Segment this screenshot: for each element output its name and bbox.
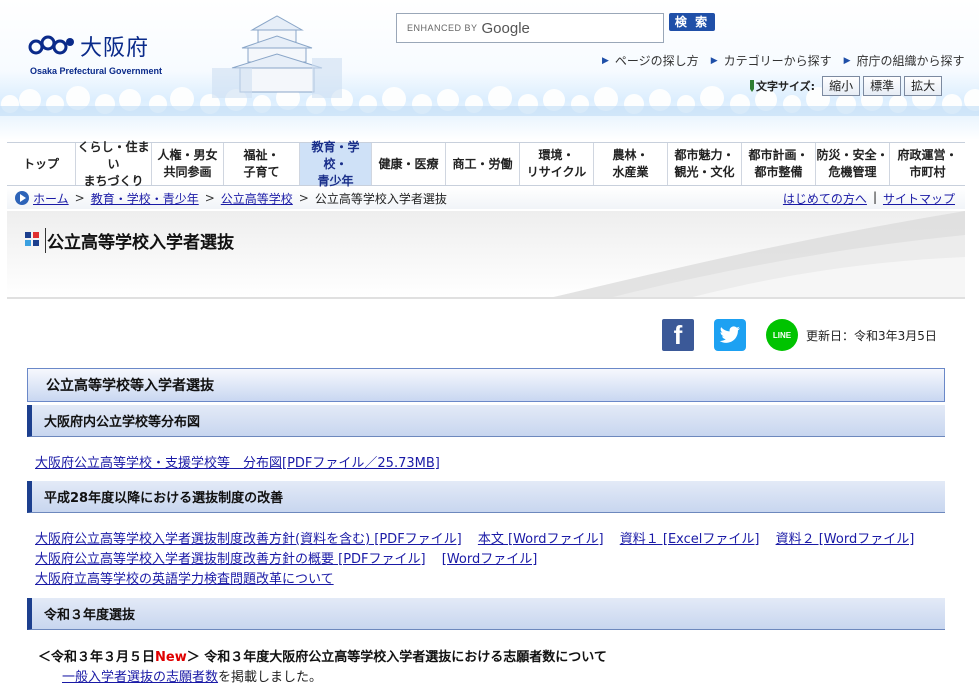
utility-links: ▶ ページの探し方 ▶ カテゴリーから探す ▶ 府庁の組織から探す: [602, 52, 965, 69]
link-separator: |: [872, 190, 877, 204]
nav-item-welfare[interactable]: 福祉・ 子育て: [223, 143, 299, 185]
nav-item-label: 都市魅力・ 観光・文化: [674, 148, 735, 179]
nav-item-commerce[interactable]: 商工・労働: [445, 143, 519, 185]
first-time-link[interactable]: はじめての方へ: [783, 190, 867, 207]
util-link-label: カテゴリーから探す: [723, 54, 832, 68]
nav-item-label: くらし・住まい まちづくり: [77, 139, 150, 188]
font-size-control: 文字サイズ: 縮小 標準 拡大: [748, 76, 943, 96]
line-icon[interactable]: LINE: [766, 319, 798, 351]
search-brand-label: Google: [481, 19, 530, 37]
news-suffix: を掲載しました。: [218, 670, 323, 685]
nav-item-label: 府政運営・ 市町村: [897, 148, 958, 179]
font-size-small-button[interactable]: 縮小: [822, 76, 861, 96]
nav-item-label: トップ: [22, 156, 59, 171]
nav-item-environment[interactable]: 環境・ リサイクル: [519, 143, 593, 185]
pen-icon: [750, 80, 754, 92]
util-link-organization[interactable]: ▶ 府庁の組織から探す: [844, 52, 965, 69]
search-input[interactable]: ENHANCED BY Google: [396, 13, 664, 43]
updated-date: 更新日：令和3年3月5日: [806, 328, 937, 343]
triangle-right-icon: ▶: [602, 55, 609, 66]
search-button[interactable]: 検 索: [669, 13, 715, 31]
search-enhanced-label: ENHANCED BY: [407, 23, 478, 33]
nav-item-label: 環境・ リサイクル: [526, 148, 587, 179]
nav-item-education[interactable]: 教育・学校・ 青少年: [299, 140, 371, 188]
decorative-swoosh: [553, 211, 965, 297]
breadcrumb-separator: >: [74, 191, 85, 205]
title-band: 公立高等学校入学者選抜: [7, 211, 965, 299]
breadcrumb-separator: >: [204, 191, 215, 205]
english-exam-reform-link[interactable]: 大阪府立高等学校の英語学力検査問題改革について: [35, 572, 334, 587]
triangle-right-icon: ▶: [710, 55, 718, 66]
policy-word-link[interactable]: 本文 [Wordファイル]: [478, 532, 604, 547]
nav-item-label: 商工・労働: [452, 156, 513, 171]
link-line: 大阪府公立高等学校入学者選抜制度改善方針の概要 [PDFファイル] [Wordフ…: [35, 548, 549, 567]
link-line: 大阪府立高等学校の英語学力検査問題改革について: [35, 568, 346, 587]
section-heading: 平成28年度以降における選抜制度の改善: [27, 481, 945, 513]
breadcrumb-high-school[interactable]: 公立高等学校: [221, 190, 293, 207]
triangle-right-icon: ▶: [843, 55, 851, 66]
logo-name: 大阪府: [80, 36, 150, 61]
util-link-label: 府庁の組織から探す: [856, 54, 965, 68]
logo-english-name: Osaka Prefectural Government: [30, 66, 163, 76]
breadcrumb-current: 公立高等学校入学者選抜: [314, 191, 447, 206]
twitter-icon[interactable]: [714, 319, 746, 351]
breadcrumb-right-links: はじめての方へ | サイトマップ: [783, 190, 955, 207]
material2-word-link[interactable]: 資料２ [Wordファイル]: [776, 532, 915, 547]
font-size-normal-button[interactable]: 標準: [863, 76, 902, 96]
applicants-count-link[interactable]: 一般入学者選抜の志願者数: [62, 670, 218, 685]
news-date: ＜令和３年３月５日: [38, 650, 156, 665]
breadcrumb-separator: >: [298, 191, 309, 205]
nav-item-label: 人権・男女 共同参画: [157, 148, 218, 179]
title-square-icon: [25, 232, 39, 246]
twitter-bird-icon: [719, 326, 740, 343]
site-header: 大阪府 Osaka Prefectural Government ENHANCE…: [0, 0, 979, 140]
section-heading-main: 公立高等学校等入学者選抜: [27, 368, 945, 402]
material1-excel-link[interactable]: 資料１ [Excelファイル]: [620, 532, 760, 547]
news-title: ＞ 令和３年度大阪府公立高等学校入学者選抜における志願者数について: [186, 650, 607, 665]
news-heading: ＜令和３年３月５日New＞ 令和３年度大阪府公立高等学校入学者選抜における志願者…: [38, 646, 607, 665]
home-arrow-icon: [15, 191, 29, 205]
policy-pdf-link[interactable]: 大阪府公立高等学校入学者選抜制度改善方針(資料を含む) [PDFファイル]: [35, 532, 462, 547]
section-heading: 令和３年度選抜: [27, 598, 945, 630]
social-share: f LINE 更新日：令和3年3月5日: [662, 319, 937, 351]
policy-summary-pdf-link[interactable]: 大阪府公立高等学校入学者選抜制度改善方針の概要 [PDFファイル]: [35, 552, 426, 567]
sitemap-link[interactable]: サイトマップ: [883, 190, 955, 207]
section-heading: 大阪府内公立学校等分布図: [27, 405, 945, 437]
facebook-icon[interactable]: f: [662, 319, 694, 351]
nav-item-living[interactable]: くらし・住まい まちづくり: [75, 140, 151, 188]
nav-item-human-rights[interactable]: 人権・男女 共同参画: [151, 143, 223, 185]
nav-item-label: 健康・医療: [378, 156, 439, 171]
font-size-large-button[interactable]: 拡大: [904, 76, 943, 96]
osaka-castle-illustration: [212, 15, 342, 98]
new-badge: New: [155, 650, 187, 665]
nav-item-health[interactable]: 健康・医療: [371, 143, 445, 185]
nav-item-label: 農林・ 水産業: [612, 148, 649, 179]
nav-item-label: 教育・学校・ 青少年: [311, 139, 360, 188]
nav-item-administration[interactable]: 府政運営・ 市町村: [889, 143, 965, 185]
link-line: 大阪府公立高等学校・支援学校等 分布図[PDFファイル／25.73MB]: [35, 452, 452, 471]
util-link-label: ページの探し方: [614, 54, 699, 68]
osaka-emblem-icon: [28, 35, 74, 55]
policy-summary-word-link[interactable]: [Wordファイル]: [442, 552, 538, 567]
nav-item-disaster[interactable]: 防災・安全・ 危機管理: [815, 143, 889, 185]
page-title: 公立高等学校入学者選抜: [45, 228, 234, 253]
nav-item-urban-planning[interactable]: 都市計画・ 都市整備: [741, 143, 815, 185]
news-body: 一般入学者選抜の志願者数を掲載しました。: [62, 666, 322, 685]
link-line: 大阪府公立高等学校入学者選抜制度改善方針(資料を含む) [PDFファイル] 本文…: [35, 528, 926, 547]
nav-item-label: 福祉・ 子育て: [243, 148, 280, 179]
breadcrumb-home[interactable]: ホーム: [33, 190, 69, 207]
distribution-map-pdf-link[interactable]: 大阪府公立高等学校・支援学校等 分布図[PDFファイル／25.73MB]: [35, 456, 440, 471]
breadcrumb-education[interactable]: 教育・学校・青少年: [91, 190, 199, 207]
font-size-label: 文字サイズ:: [756, 80, 816, 93]
global-nav: トップ くらし・住まい まちづくり 人権・男女 共同参画 福祉・ 子育て 教育・…: [7, 140, 965, 188]
site-logo[interactable]: 大阪府: [28, 30, 149, 62]
nav-item-tourism[interactable]: 都市魅力・ 観光・文化: [667, 143, 741, 185]
nav-item-label: 都市計画・ 都市整備: [748, 148, 809, 179]
breadcrumb: ホーム > 教育・学校・青少年 > 公立高等学校 > 公立高等学校入学者選抜 は…: [7, 187, 965, 209]
util-link-page-search[interactable]: ▶ ページの探し方: [602, 52, 699, 69]
util-link-category[interactable]: ▶ カテゴリーから探す: [711, 52, 832, 69]
nav-item-agriculture[interactable]: 農林・ 水産業: [593, 143, 667, 185]
nav-item-label: 防災・安全・ 危機管理: [816, 148, 889, 179]
nav-item-top[interactable]: トップ: [7, 143, 75, 185]
